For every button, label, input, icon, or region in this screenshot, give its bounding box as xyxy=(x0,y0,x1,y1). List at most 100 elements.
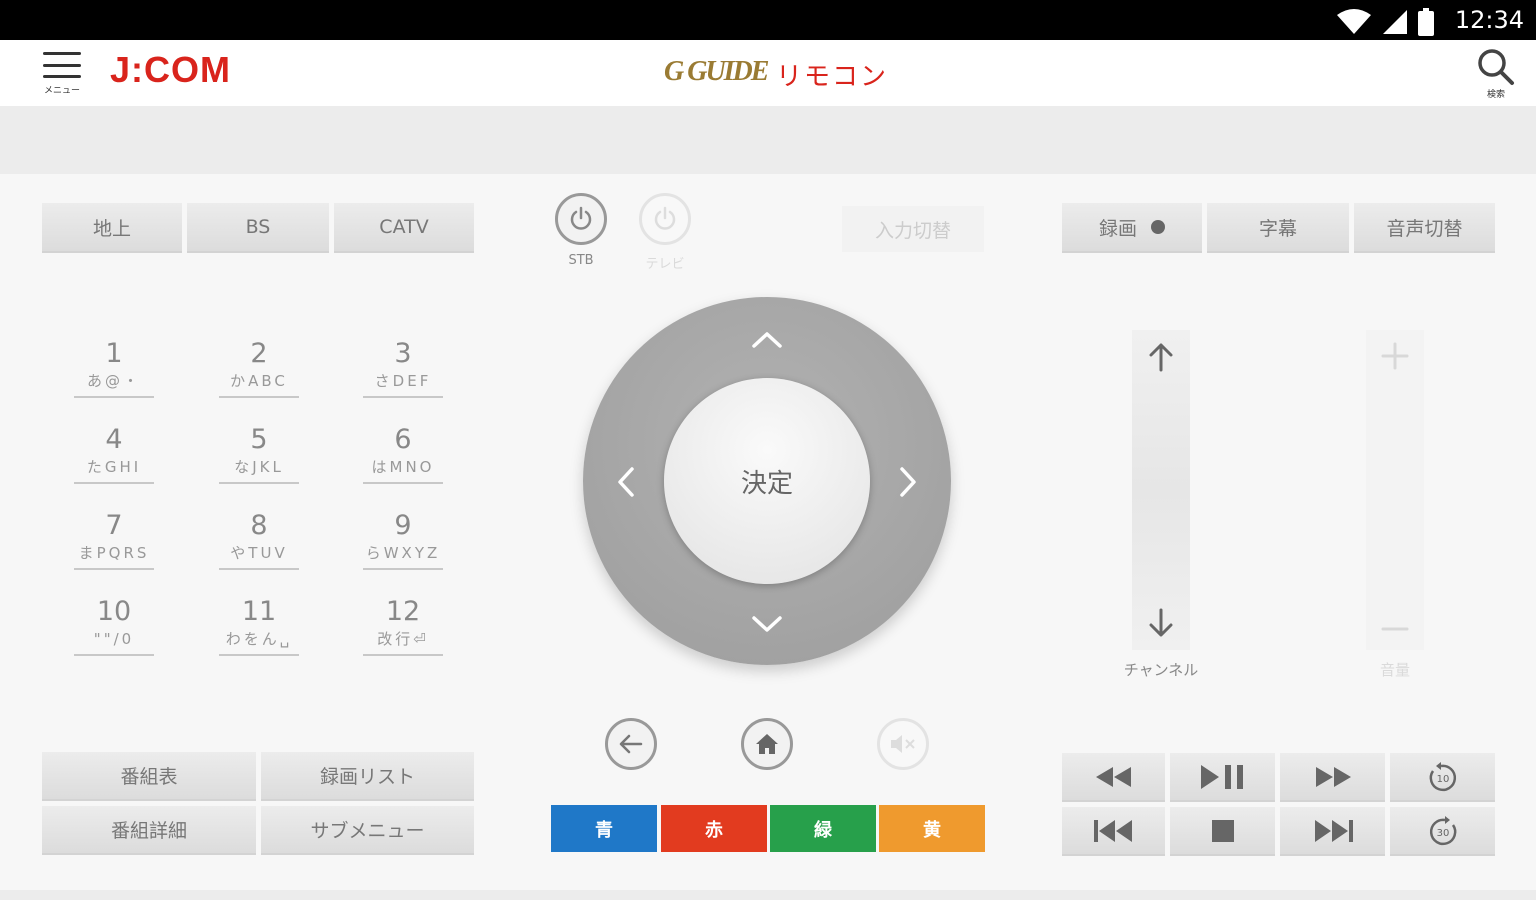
program-guide-button[interactable]: 番組表 xyxy=(42,752,256,799)
replay-10-icon: 10 xyxy=(1429,761,1456,791)
volume-up-button[interactable] xyxy=(1366,330,1424,490)
sub-menu-button[interactable]: サブメニュー xyxy=(261,806,474,853)
home-button[interactable] xyxy=(741,718,793,770)
wifi-icon xyxy=(1337,9,1371,34)
menu-label: メニュー xyxy=(43,86,80,96)
play-pause-button[interactable] xyxy=(1170,753,1275,800)
dpad-up-button[interactable] xyxy=(747,320,787,360)
stop-button[interactable] xyxy=(1170,807,1275,854)
blue-button[interactable]: 青 xyxy=(551,805,657,852)
dpad-right-button[interactable] xyxy=(888,462,928,502)
recording-list-button[interactable]: 録画リスト xyxy=(261,752,474,799)
input-switch-button[interactable]: 入力切替 xyxy=(842,206,984,252)
numpad-key[interactable]: 6 はMNO xyxy=(361,424,445,484)
key-kana: さDEF xyxy=(374,372,432,390)
subtitle-button[interactable]: 字幕 xyxy=(1207,203,1349,251)
bottom-bar xyxy=(0,890,1536,900)
play-pause-icon xyxy=(1200,764,1243,789)
record-dot-icon xyxy=(1151,220,1165,234)
tuner-terrestrial-button[interactable]: 地上 xyxy=(42,203,182,251)
app-header: メニュー J:COM G GUIDE リモコン 検索 xyxy=(0,40,1536,106)
tuner-catv-button[interactable]: CATV xyxy=(334,203,474,251)
battery-icon xyxy=(1418,8,1434,36)
numpad-key[interactable]: 1 あ@・ xyxy=(72,338,156,398)
numpad-key[interactable]: 10 ""/0 xyxy=(72,596,156,656)
numpad-key[interactable]: 5 なJKL xyxy=(217,424,301,484)
dpad-ok-button[interactable]: 決定 xyxy=(664,378,870,584)
key-number: 11 xyxy=(241,596,277,627)
red-button[interactable]: 赤 xyxy=(661,805,767,852)
key-kana: らWXYZ xyxy=(365,544,441,562)
numpad-key[interactable]: 2 かABC xyxy=(217,338,301,398)
key-number: 2 xyxy=(250,338,268,369)
skip-next-button[interactable] xyxy=(1280,807,1385,854)
key-number: 6 xyxy=(394,424,412,455)
numpad-key[interactable]: 9 らWXYZ xyxy=(361,510,445,570)
green-button[interactable]: 緑 xyxy=(770,805,876,852)
numpad-key[interactable]: 4 たGHI xyxy=(72,424,156,484)
audio-switch-button[interactable]: 音声切替 xyxy=(1354,203,1495,251)
arrow-down-icon xyxy=(1149,608,1173,637)
search-label: 検索 xyxy=(1486,90,1505,100)
key-number: 10 xyxy=(96,596,132,627)
mute-icon xyxy=(891,735,915,753)
back-button[interactable] xyxy=(605,718,657,770)
fast-forward-icon xyxy=(1315,766,1351,787)
menu-button[interactable]: メニュー xyxy=(34,52,90,102)
fast-forward-button[interactable] xyxy=(1280,753,1385,800)
dpad-left-button[interactable] xyxy=(606,462,646,502)
key-kana: ""/0 xyxy=(93,630,135,648)
numpad-key[interactable]: 3 さDEF xyxy=(361,338,445,398)
tv-power-button[interactable] xyxy=(639,193,691,245)
back-arrow-icon xyxy=(619,734,643,754)
chevron-down-icon xyxy=(752,616,782,632)
key-kana: なJKL xyxy=(234,458,284,476)
chevron-right-icon xyxy=(900,467,916,497)
jcom-logo: J:COM xyxy=(110,49,231,90)
page-title: リモコン xyxy=(776,62,889,92)
rewind-button[interactable] xyxy=(1062,753,1165,800)
stop-icon xyxy=(1211,819,1234,842)
skip-previous-button[interactable] xyxy=(1062,807,1165,854)
channel-down-button[interactable] xyxy=(1132,490,1190,650)
forward-30-icon: 30 xyxy=(1429,815,1456,845)
channel-up-button[interactable] xyxy=(1132,330,1190,490)
gguide-logo: G GUIDE xyxy=(664,56,769,87)
volume-label: 音量 xyxy=(1379,661,1410,679)
numpad-key[interactable]: 8 やTUV xyxy=(217,510,301,570)
svg-text:10: 10 xyxy=(1436,774,1449,785)
key-kana: かABC xyxy=(230,372,288,390)
channel-label: チャンネル xyxy=(1123,661,1199,679)
key-number: 3 xyxy=(394,338,412,369)
power-icon xyxy=(570,206,592,230)
status-bar: 12:34 xyxy=(0,0,1536,40)
key-kana: はMNO xyxy=(371,458,435,476)
key-number: 8 xyxy=(250,510,268,541)
program-details-button[interactable]: 番組詳細 xyxy=(42,806,256,853)
search-button[interactable]: 検索 xyxy=(1476,48,1516,102)
mute-button[interactable] xyxy=(877,718,929,770)
hamburger-icon xyxy=(43,52,81,78)
arrow-up-icon xyxy=(1149,343,1173,372)
dpad-down-button[interactable] xyxy=(747,604,787,644)
key-number: 7 xyxy=(105,510,123,541)
key-kana: やTUV xyxy=(230,544,288,562)
tuner-bs-button[interactable]: BS xyxy=(187,203,329,251)
record-label: 録画 xyxy=(1098,217,1137,240)
numpad-key[interactable]: 11 わをん␣ xyxy=(217,596,301,656)
status-time: 12:34 xyxy=(1454,6,1524,34)
key-kana: わをん␣ xyxy=(225,630,293,648)
search-icon xyxy=(1478,49,1514,85)
numpad-key[interactable]: 12 改行⏎ xyxy=(361,596,445,656)
key-kana: 改行⏎ xyxy=(377,630,429,648)
numpad-key[interactable]: 7 まPQRS xyxy=(72,510,156,570)
key-number: 12 xyxy=(385,596,421,627)
record-button[interactable]: 録画 xyxy=(1062,203,1202,251)
stb-power-button[interactable] xyxy=(555,193,607,245)
replay-10-button[interactable]: 10 xyxy=(1390,753,1495,800)
volume-down-button[interactable] xyxy=(1366,490,1424,650)
yellow-button[interactable]: 黄 xyxy=(879,805,985,852)
forward-30-button[interactable]: 30 xyxy=(1390,807,1495,854)
key-kana: あ@・ xyxy=(86,372,141,390)
signal-icon xyxy=(1383,10,1407,34)
